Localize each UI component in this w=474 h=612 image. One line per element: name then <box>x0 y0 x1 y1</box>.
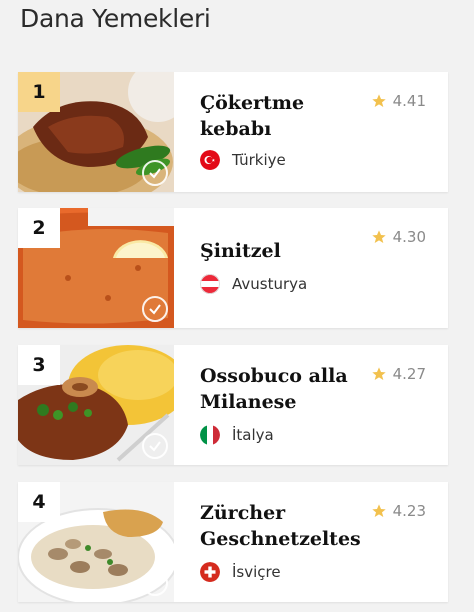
rating-value: 4.30 <box>392 228 426 246</box>
rating: 4.27 <box>371 365 426 383</box>
checkmark-icon[interactable] <box>142 570 168 596</box>
country-name[interactable]: İsviçre <box>232 563 281 581</box>
italy-flag-icon <box>200 425 220 445</box>
rating-value: 4.23 <box>392 502 426 520</box>
dish-card-cokertme[interactable]: 1 Çökertme kebabı 4.41 Türkiye <box>18 72 448 192</box>
page-title: Dana Yemekleri <box>20 4 211 33</box>
checkmark-icon[interactable] <box>142 433 168 459</box>
rating: 4.30 <box>371 228 426 246</box>
dish-photo[interactable]: 3 <box>18 345 174 465</box>
rating-value: 4.27 <box>392 365 426 383</box>
rank-badge: 4 <box>18 482 60 522</box>
country-name[interactable]: Avusturya <box>232 275 307 293</box>
country[interactable]: İtalya <box>200 425 274 445</box>
country-name[interactable]: Türkiye <box>232 151 286 169</box>
checkmark-icon[interactable] <box>142 160 168 186</box>
checkmark-icon[interactable] <box>142 296 168 322</box>
star-icon <box>371 367 386 380</box>
star-icon <box>371 94 386 107</box>
country-name[interactable]: İtalya <box>232 426 274 444</box>
rank-badge: 1 <box>18 72 60 112</box>
turkey-flag-icon <box>200 150 220 170</box>
dish-name[interactable]: Ossobuco alla Milanese <box>200 363 368 415</box>
rank-badge: 2 <box>18 208 60 248</box>
country[interactable]: Avusturya <box>200 274 307 294</box>
dish-photo[interactable]: 4 <box>18 482 174 602</box>
dish-card-schnitzel[interactable]: 2 Şinitzel 4.30 Avusturya <box>18 208 448 328</box>
dish-photo[interactable]: 2 <box>18 208 174 328</box>
rank-badge: 3 <box>18 345 60 385</box>
country[interactable]: Türkiye <box>200 150 286 170</box>
dish-name[interactable]: Şinitzel <box>200 238 368 264</box>
dish-photo[interactable]: 1 <box>18 72 174 192</box>
rating-value: 4.41 <box>392 92 426 110</box>
dish-name[interactable]: Zürcher Geschnetzeltes <box>200 500 368 552</box>
rating: 4.23 <box>371 502 426 520</box>
austria-flag-icon <box>200 274 220 294</box>
switzerland-flag-icon <box>200 562 220 582</box>
country[interactable]: İsviçre <box>200 562 281 582</box>
dish-name[interactable]: Çökertme kebabı <box>200 90 368 142</box>
star-icon <box>371 504 386 517</box>
dish-card-ossobuco[interactable]: 3 Ossobuco alla Milanese 4.27 İtalya <box>18 345 448 465</box>
rating: 4.41 <box>371 92 426 110</box>
dish-card-zurcher[interactable]: 4 Zürcher Geschnetzeltes 4.23 İsviçre <box>18 482 448 602</box>
star-icon <box>371 230 386 243</box>
